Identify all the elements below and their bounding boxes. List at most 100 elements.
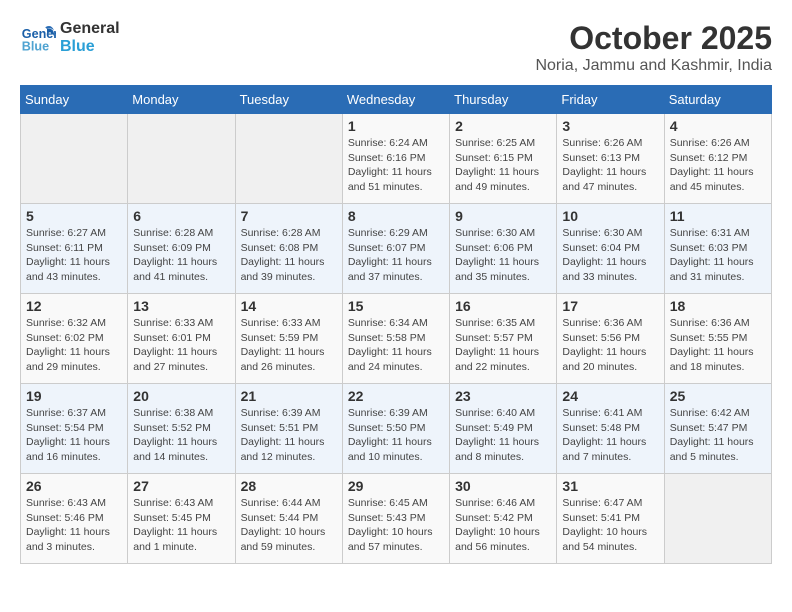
calendar-week-2: 5 Sunrise: 6:27 AM Sunset: 6:11 PM Daylig… xyxy=(21,204,772,294)
day-number: 25 xyxy=(670,388,766,404)
calendar-cell: 17Sunrise: 6:36 AM Sunset: 5:56 PM Dayli… xyxy=(557,294,664,384)
calendar-cell: 12Sunrise: 6:32 AM Sunset: 6:02 PM Dayli… xyxy=(21,294,128,384)
day-info: Sunrise: 6:30 AM Sunset: 6:06 PM Dayligh… xyxy=(455,226,551,285)
calendar-cell: 20 Sunrise: 6:38 AM Sunset: 5:52 PM Dayli… xyxy=(128,384,235,474)
page-header: General Blue General Blue October 2025 N… xyxy=(20,20,772,75)
calendar-cell: 6Sunrise: 6:28 AM Sunset: 6:09 PM Daylig… xyxy=(128,204,235,294)
day-number: 13 xyxy=(133,298,229,314)
day-info: Sunrise: 6:47 AM Sunset: 5:41 PM Dayligh… xyxy=(562,496,658,555)
day-info: Sunrise: 6:27 AM Sunset: 6:11 PM Dayligh… xyxy=(26,226,122,285)
logo: General Blue General Blue xyxy=(20,20,120,56)
day-info: Sunrise: 6:25 AM Sunset: 6:15 PM Dayligh… xyxy=(455,136,551,195)
day-info: Sunrise: 6:42 AM Sunset: 5:47 PM Dayligh… xyxy=(670,406,766,465)
calendar-week-4: 19 Sunrise: 6:37 AM Sunset: 5:54 PM Dayli… xyxy=(21,384,772,474)
calendar-cell: 23 Sunrise: 6:40 AM Sunset: 5:49 PM Dayli… xyxy=(450,384,557,474)
calendar-cell: 11Sunrise: 6:31 AM Sunset: 6:03 PM Dayli… xyxy=(664,204,771,294)
day-info: Sunrise: 6:35 AM Sunset: 5:57 PM Dayligh… xyxy=(455,316,551,375)
day-info: Sunrise: 6:43 AM Sunset: 5:46 PM Dayligh… xyxy=(26,496,122,555)
day-number: 24 xyxy=(562,388,658,404)
day-info: Sunrise: 6:46 AM Sunset: 5:42 PM Dayligh… xyxy=(455,496,551,555)
calendar-cell: 27 Sunrise: 6:43 AM Sunset: 5:45 PM Dayli… xyxy=(128,474,235,564)
calendar-week-5: 26 Sunrise: 6:43 AM Sunset: 5:46 PM Dayli… xyxy=(21,474,772,564)
day-info: Sunrise: 6:40 AM Sunset: 5:49 PM Dayligh… xyxy=(455,406,551,465)
calendar-cell: 7 Sunrise: 6:28 AM Sunset: 6:08 PM Daylig… xyxy=(235,204,342,294)
day-info: Sunrise: 6:24 AM Sunset: 6:16 PM Dayligh… xyxy=(348,136,444,195)
logo-icon: General Blue xyxy=(20,20,56,56)
calendar-cell: 18Sunrise: 6:36 AM Sunset: 5:55 PM Dayli… xyxy=(664,294,771,384)
calendar-cell: 13 Sunrise: 6:33 AM Sunset: 6:01 PM Dayli… xyxy=(128,294,235,384)
day-number: 3 xyxy=(562,118,658,134)
day-number: 26 xyxy=(26,478,122,494)
day-number: 5 xyxy=(26,208,122,224)
month-title: October 2025 xyxy=(535,20,772,57)
day-info: Sunrise: 6:41 AM Sunset: 5:48 PM Dayligh… xyxy=(562,406,658,465)
day-number: 27 xyxy=(133,478,229,494)
day-number: 8 xyxy=(348,208,444,224)
logo-line2: Blue xyxy=(60,38,120,56)
day-header-saturday: Saturday xyxy=(664,86,771,114)
calendar-cell: 25 Sunrise: 6:42 AM Sunset: 5:47 PM Dayli… xyxy=(664,384,771,474)
calendar-cell: 24 Sunrise: 6:41 AM Sunset: 5:48 PM Dayli… xyxy=(557,384,664,474)
day-header-tuesday: Tuesday xyxy=(235,86,342,114)
day-info: Sunrise: 6:34 AM Sunset: 5:58 PM Dayligh… xyxy=(348,316,444,375)
day-number: 28 xyxy=(241,478,337,494)
day-number: 19 xyxy=(26,388,122,404)
calendar-cell: 14Sunrise: 6:33 AM Sunset: 5:59 PM Dayli… xyxy=(235,294,342,384)
day-header-wednesday: Wednesday xyxy=(342,86,449,114)
day-number: 11 xyxy=(670,208,766,224)
day-number: 18 xyxy=(670,298,766,314)
day-number: 1 xyxy=(348,118,444,134)
day-number: 15 xyxy=(348,298,444,314)
day-number: 30 xyxy=(455,478,551,494)
svg-text:Blue: Blue xyxy=(22,40,49,54)
day-number: 6 xyxy=(133,208,229,224)
calendar-week-1: 1 Sunrise: 6:24 AM Sunset: 6:16 PM Daylig… xyxy=(21,114,772,204)
day-info: Sunrise: 6:33 AM Sunset: 5:59 PM Dayligh… xyxy=(241,316,337,375)
day-number: 22 xyxy=(348,388,444,404)
day-info: Sunrise: 6:30 AM Sunset: 6:04 PM Dayligh… xyxy=(562,226,658,285)
day-info: Sunrise: 6:29 AM Sunset: 6:07 PM Dayligh… xyxy=(348,226,444,285)
calendar-cell: 8 Sunrise: 6:29 AM Sunset: 6:07 PM Daylig… xyxy=(342,204,449,294)
day-number: 4 xyxy=(670,118,766,134)
day-number: 29 xyxy=(348,478,444,494)
calendar-cell: 22 Sunrise: 6:39 AM Sunset: 5:50 PM Dayli… xyxy=(342,384,449,474)
calendar-header: SundayMondayTuesdayWednesdayThursdayFrid… xyxy=(21,86,772,114)
calendar-cell xyxy=(128,114,235,204)
day-number: 12 xyxy=(26,298,122,314)
day-header-monday: Monday xyxy=(128,86,235,114)
day-info: Sunrise: 6:37 AM Sunset: 5:54 PM Dayligh… xyxy=(26,406,122,465)
calendar-cell: 21 Sunrise: 6:39 AM Sunset: 5:51 PM Dayli… xyxy=(235,384,342,474)
day-info: Sunrise: 6:33 AM Sunset: 6:01 PM Dayligh… xyxy=(133,316,229,375)
day-info: Sunrise: 6:39 AM Sunset: 5:50 PM Dayligh… xyxy=(348,406,444,465)
day-info: Sunrise: 6:44 AM Sunset: 5:44 PM Dayligh… xyxy=(241,496,337,555)
location: Noria, Jammu and Kashmir, India xyxy=(535,57,772,75)
day-info: Sunrise: 6:28 AM Sunset: 6:08 PM Dayligh… xyxy=(241,226,337,285)
day-number: 9 xyxy=(455,208,551,224)
title-block: October 2025 Noria, Jammu and Kashmir, I… xyxy=(535,20,772,75)
calendar-body: 1 Sunrise: 6:24 AM Sunset: 6:16 PM Daylig… xyxy=(21,114,772,564)
calendar-cell: 4 Sunrise: 6:26 AM Sunset: 6:12 PM Daylig… xyxy=(664,114,771,204)
day-info: Sunrise: 6:26 AM Sunset: 6:13 PM Dayligh… xyxy=(562,136,658,195)
day-number: 20 xyxy=(133,388,229,404)
days-row: SundayMondayTuesdayWednesdayThursdayFrid… xyxy=(21,86,772,114)
calendar-cell: 10Sunrise: 6:30 AM Sunset: 6:04 PM Dayli… xyxy=(557,204,664,294)
calendar-cell xyxy=(664,474,771,564)
day-info: Sunrise: 6:38 AM Sunset: 5:52 PM Dayligh… xyxy=(133,406,229,465)
calendar-cell: 3 Sunrise: 6:26 AM Sunset: 6:13 PM Daylig… xyxy=(557,114,664,204)
day-info: Sunrise: 6:43 AM Sunset: 5:45 PM Dayligh… xyxy=(133,496,229,555)
day-info: Sunrise: 6:45 AM Sunset: 5:43 PM Dayligh… xyxy=(348,496,444,555)
day-number: 21 xyxy=(241,388,337,404)
calendar-cell: 5 Sunrise: 6:27 AM Sunset: 6:11 PM Daylig… xyxy=(21,204,128,294)
day-info: Sunrise: 6:26 AM Sunset: 6:12 PM Dayligh… xyxy=(670,136,766,195)
calendar-cell: 28 Sunrise: 6:44 AM Sunset: 5:44 PM Dayli… xyxy=(235,474,342,564)
calendar-cell: 15 Sunrise: 6:34 AM Sunset: 5:58 PM Dayli… xyxy=(342,294,449,384)
calendar-cell: 16Sunrise: 6:35 AM Sunset: 5:57 PM Dayli… xyxy=(450,294,557,384)
day-number: 2 xyxy=(455,118,551,134)
day-info: Sunrise: 6:39 AM Sunset: 5:51 PM Dayligh… xyxy=(241,406,337,465)
calendar-cell: 19 Sunrise: 6:37 AM Sunset: 5:54 PM Dayli… xyxy=(21,384,128,474)
day-number: 23 xyxy=(455,388,551,404)
calendar-cell: 29 Sunrise: 6:45 AM Sunset: 5:43 PM Dayli… xyxy=(342,474,449,564)
day-number: 7 xyxy=(241,208,337,224)
day-number: 31 xyxy=(562,478,658,494)
logo-line1: General xyxy=(60,20,120,38)
